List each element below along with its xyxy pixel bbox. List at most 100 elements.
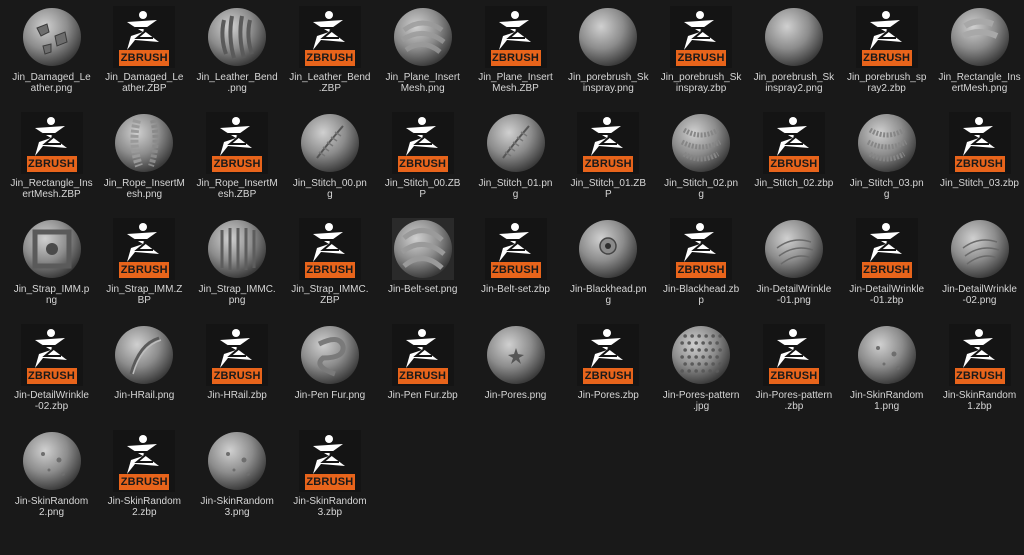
- image-thumbnail-icon: [949, 6, 1011, 68]
- image-thumbnail-icon: [485, 324, 547, 386]
- file-item[interactable]: ZBRUSH Jin-DetailWrinkle -02.zbp: [5, 322, 98, 427]
- zbrush-file-icon: ZBRUSH: [20, 112, 83, 174]
- file-item[interactable]: ZBRUSH Jin-SkinRandom 1.zbp: [933, 322, 1024, 427]
- file-item[interactable]: ZBRUSH Jin_Stitch_00.ZB P: [376, 110, 469, 215]
- file-item[interactable]: Jin-Blackhead.pn g: [562, 216, 655, 321]
- file-item[interactable]: Jin_porebrush_Sk inspray2.png: [747, 4, 840, 109]
- skin-random-sphere-icon: [22, 432, 81, 490]
- file-item[interactable]: Jin-Pores.png: [469, 322, 562, 427]
- file-item[interactable]: Jin-SkinRandom 1.png: [840, 322, 933, 427]
- file-item[interactable]: Jin-SkinRandom 2.png: [5, 428, 98, 533]
- file-item[interactable]: ZBRUSH Jin_porebrush_sp ray2.zbp: [840, 4, 933, 109]
- file-name-line: Jin_Plane_Insert: [385, 72, 460, 83]
- file-item[interactable]: Jin_Stitch_02.pn g: [655, 110, 748, 215]
- zbrush-badge-text: ZBRUSH: [213, 370, 261, 382]
- file-item[interactable]: ZBRUSH Jin-Pores.zbp: [562, 322, 655, 427]
- file-name-line: Jin_Strap_IMM.Z: [106, 284, 183, 295]
- file-item[interactable]: ZBRUSH Jin-SkinRandom 2.zbp: [98, 428, 191, 533]
- zbrush-badge-text: ZBRUSH: [863, 52, 911, 64]
- file-item[interactable]: ZBRUSH Jin-Pen Fur.zbp: [376, 322, 469, 427]
- file-item[interactable]: ZBRUSH Jin_Stitch_02.zbp: [747, 110, 840, 215]
- file-item[interactable]: Jin_Strap_IMM.p ng: [5, 216, 98, 321]
- zbrush-badge-text: ZBRUSH: [399, 158, 447, 170]
- file-name-line: Jin-SkinRandom: [942, 390, 1017, 401]
- zbrush-file-icon: ZBRUSH: [113, 6, 176, 68]
- file-item[interactable]: Jin-DetailWrinkle -01.png: [747, 216, 840, 321]
- file-item[interactable]: ZBRUSH Jin_Stitch_01.ZB P: [562, 110, 655, 215]
- file-item[interactable]: ZBRUSH Jin_Strap_IMM.Z BP: [98, 216, 191, 321]
- stitch-sphere-icon: [486, 114, 545, 172]
- file-item[interactable]: ZBRUSH Jin-Belt-set.zbp: [469, 216, 562, 321]
- zbrush-badge-text: ZBRUSH: [677, 264, 725, 276]
- file-item[interactable]: Jin_Stitch_01.pn g: [469, 110, 562, 215]
- file-name-line: Jin-Pen Fur.zbp: [387, 390, 458, 401]
- file-name-label: Jin_Stitch_00.pn g: [284, 178, 376, 200]
- image-thumbnail-icon: [206, 430, 268, 492]
- file-item[interactable]: ZBRUSH Jin_Strap_IMMC. ZBP: [283, 216, 376, 321]
- file-name-line: .jpg: [693, 401, 710, 412]
- file-item[interactable]: ZBRUSH Jin-SkinRandom 3.zbp: [283, 428, 376, 533]
- zbrush-file-icon: ZBRUSH: [670, 218, 733, 280]
- file-item[interactable]: Jin_Stitch_03.pn g: [840, 110, 933, 215]
- file-item[interactable]: Jin-HRail.png: [98, 322, 191, 427]
- file-item[interactable]: Jin_Plane_Insert Mesh.png: [376, 4, 469, 109]
- file-item[interactable]: Jin-Pen Fur.png: [283, 322, 376, 427]
- file-item[interactable]: Jin-SkinRandom 3.png: [191, 428, 284, 533]
- image-thumbnail-icon: [856, 324, 918, 386]
- file-name-label: Jin-SkinRandom 1.png: [841, 390, 933, 412]
- file-item[interactable]: ZBRUSH Jin_Rectangle_Ins ertMesh.ZBP: [5, 110, 98, 215]
- file-name-line: Jin_Stitch_03.zbp: [940, 178, 1019, 189]
- file-name-label: Jin-Pen Fur.png: [284, 390, 376, 401]
- file-name-line: Jin_Leather_Bend: [196, 72, 278, 83]
- file-item[interactable]: ZBRUSH Jin_Rope_InsertM esh.ZBP: [191, 110, 284, 215]
- file-item[interactable]: ZBRUSH Jin-DetailWrinkle -01.zbp: [840, 216, 933, 321]
- file-item[interactable]: ZBRUSH Jin_Damaged_Le ather.ZBP: [98, 4, 191, 109]
- zbrush-file-icon: ZBRUSH: [484, 218, 547, 280]
- rope-sphere-icon: [115, 114, 174, 172]
- file-name-line: Jin_porebrush_Sk: [567, 72, 649, 83]
- file-item[interactable]: Jin_Leather_Bend .png: [191, 4, 284, 109]
- file-name-line: .png: [227, 83, 247, 94]
- file-item[interactable]: ZBRUSH Jin_Leather_Bend .ZBP: [283, 4, 376, 109]
- file-name-label: Jin_Rope_InsertM esh.ZBP: [191, 178, 283, 200]
- file-name-label: Jin-SkinRandom 2.zbp: [98, 496, 190, 518]
- file-item[interactable]: Jin-Pores-pattern .jpg: [655, 322, 748, 427]
- skin-random-sphere-icon: [857, 326, 916, 384]
- file-item[interactable]: ZBRUSH Jin_Plane_Insert Mesh.ZBP: [469, 4, 562, 109]
- file-item[interactable]: Jin_Stitch_00.pn g: [283, 110, 376, 215]
- file-icon-grid: Jin_Damaged_Le ather.png ZBRUSH Jin_Damage…: [5, 4, 1024, 555]
- file-name-line: Jin-Blackhead.pn: [569, 284, 647, 295]
- file-name-line: inspray.zbp: [675, 83, 727, 94]
- zbrush-file-icon: ZBRUSH: [670, 6, 733, 68]
- file-name-label: Jin_Stitch_00.ZB P: [377, 178, 469, 200]
- file-name-line: 2.png: [38, 507, 65, 518]
- image-thumbnail-icon: [670, 324, 732, 386]
- file-name-label: Jin_Stitch_02.zbp: [748, 178, 840, 189]
- file-item[interactable]: Jin-DetailWrinkle -02.png: [933, 216, 1024, 321]
- zbrush-file-icon: ZBRUSH: [484, 6, 547, 68]
- file-name-line: Jin-DetailWrinkle: [756, 284, 832, 295]
- file-item[interactable]: Jin-Belt-set.png: [376, 216, 469, 321]
- image-thumbnail-icon: [670, 112, 732, 174]
- file-name-line: Jin_Strap_IMM.p: [13, 284, 90, 295]
- image-thumbnail-icon: [949, 218, 1011, 280]
- file-item[interactable]: ZBRUSH Jin-HRail.zbp: [191, 322, 284, 427]
- image-thumbnail-icon: [21, 218, 83, 280]
- file-name-label: Jin_Strap_IMM.Z BP: [98, 284, 190, 306]
- file-name-label: Jin_Stitch_02.pn g: [655, 178, 747, 200]
- zbrush-file-icon: ZBRUSH: [762, 112, 825, 174]
- file-item[interactable]: Jin_Rope_InsertM esh.png: [98, 110, 191, 215]
- wrinkle-sphere-icon: [764, 220, 823, 278]
- rectangle-insert-sphere-icon: [950, 8, 1009, 66]
- file-name-label: Jin_porebrush_Sk inspray.png: [562, 72, 654, 94]
- file-item[interactable]: Jin_Rectangle_Ins ertMesh.png: [933, 4, 1024, 109]
- file-item[interactable]: ZBRUSH Jin_Stitch_03.zbp: [933, 110, 1024, 215]
- zbrush-file-icon: ZBRUSH: [113, 218, 176, 280]
- file-item[interactable]: ZBRUSH Jin-Blackhead.zb p: [655, 216, 748, 321]
- file-item[interactable]: Jin_Damaged_Le ather.png: [5, 4, 98, 109]
- file-item[interactable]: ZBRUSH Jin_porebrush_Sk inspray.zbp: [655, 4, 748, 109]
- file-item[interactable]: Jin_Strap_IMMC. png: [191, 216, 284, 321]
- file-item[interactable]: ZBRUSH Jin-Pores-pattern .zbp: [747, 322, 840, 427]
- file-item[interactable]: Jin_porebrush_Sk inspray.png: [562, 4, 655, 109]
- image-thumbnail-icon: [577, 218, 639, 280]
